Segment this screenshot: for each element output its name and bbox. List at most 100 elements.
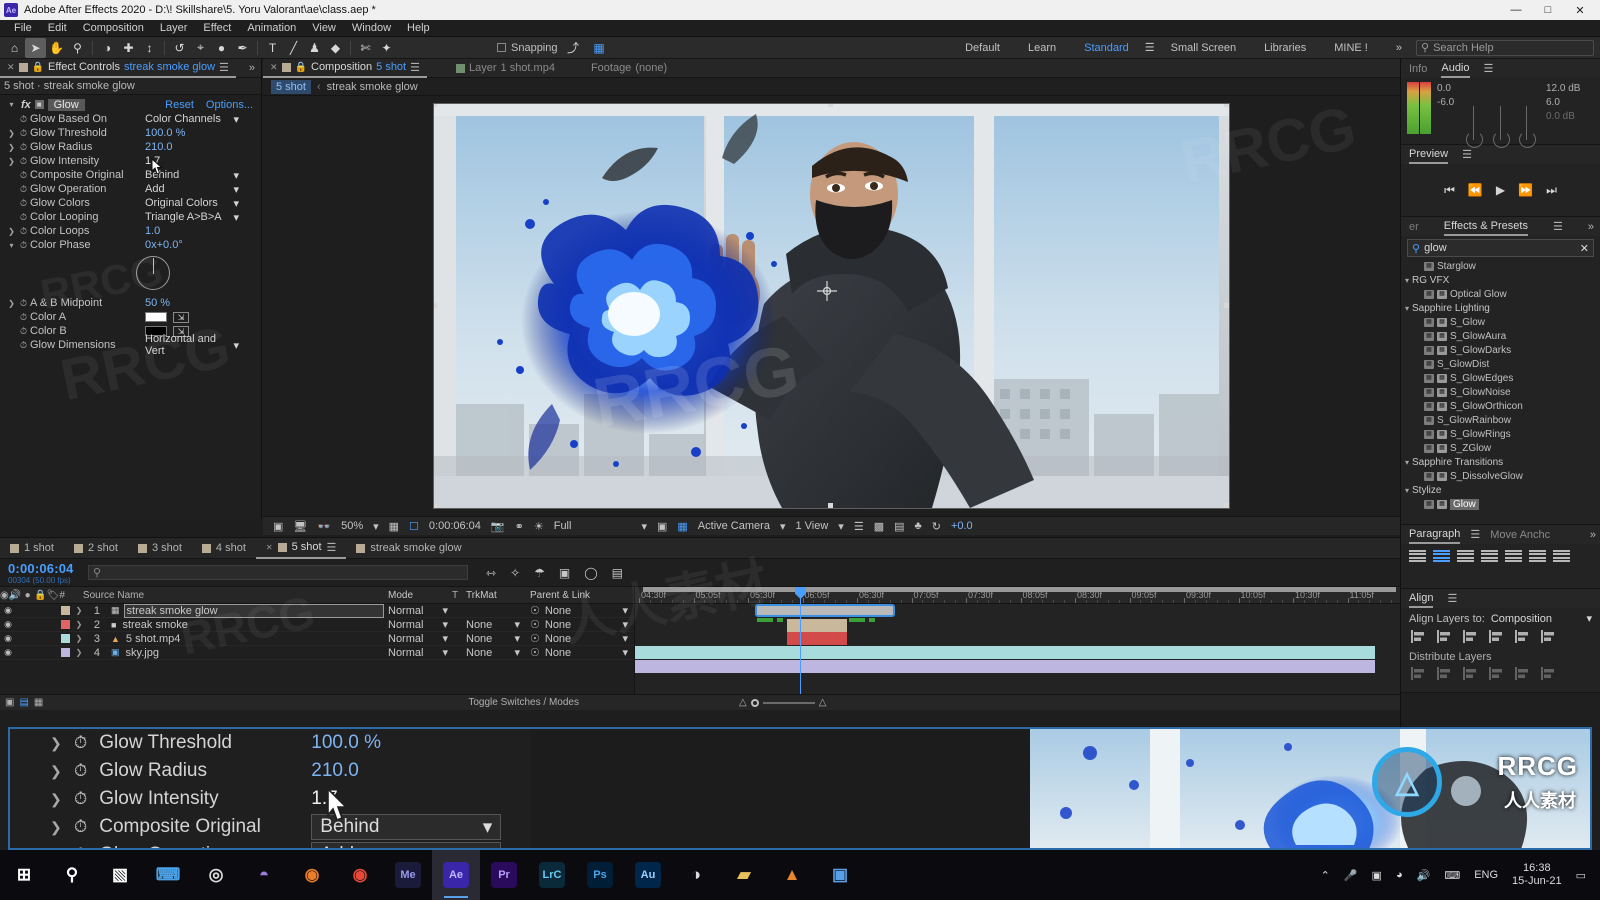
pickwhip-icon[interactable]: ☉ — [530, 632, 540, 645]
stopwatch-icon[interactable]: ⏱ — [17, 114, 30, 125]
chevron-down-icon[interactable]: ▾ — [1405, 276, 1409, 285]
workspace-default[interactable]: Default — [951, 37, 1014, 59]
reset-exposure-icon[interactable]: ↻ — [927, 520, 946, 533]
resolution-chevron-icon[interactable]: ▾ — [636, 520, 652, 533]
motion-blur-icon[interactable]: ◯ — [584, 566, 597, 580]
property-dropdown[interactable]: Add ▾ — [145, 183, 243, 196]
layer-source-name-cell[interactable]: ▣ sky.jpg — [105, 647, 384, 659]
anchor-point-tool-icon[interactable]: ⌖ — [190, 38, 211, 58]
property-value[interactable]: 100.0 % — [145, 127, 185, 139]
menu-item-edit[interactable]: Edit — [40, 22, 75, 34]
region-of-interest-icon[interactable]: ☐ — [404, 520, 424, 533]
timeline-tab-3-shot[interactable]: 3 shot — [128, 538, 192, 559]
battery-icon[interactable]: ▣ — [1372, 869, 1382, 882]
layer-label-color[interactable] — [58, 620, 73, 629]
audio-meters[interactable]: 0.0 -6.0 12.0 dB 6.0 0.0 dB — [1401, 78, 1600, 148]
workspace-standard[interactable]: Standard — [1070, 37, 1143, 59]
breadcrumb-root[interactable]: 5 shot — [271, 79, 311, 94]
align-layers-dropdown[interactable]: Composition ▾ — [1491, 612, 1592, 626]
zoom-track[interactable] — [762, 701, 815, 704]
layer-label-color[interactable] — [58, 606, 73, 615]
paragraph-justify-last-center-button[interactable] — [1505, 549, 1522, 563]
magnified-property-composite-original[interactable]: ❯ ⏱ Composite Original Behind ▾ — [10, 813, 530, 841]
audition-icon[interactable]: Au — [624, 850, 672, 900]
distribute-horizontal-center-button[interactable] — [1437, 667, 1451, 680]
audio-slider-center[interactable] — [1492, 106, 1510, 148]
3d-renderer-icon[interactable]: ▦ — [672, 520, 692, 533]
toggle-switches-icon[interactable]: ▤ — [19, 697, 28, 708]
hide-shy-layers-icon[interactable]: ☂ — [534, 566, 545, 580]
menu-item-file[interactable]: File — [6, 22, 40, 34]
chevron-down-icon[interactable]: ▾ — [1405, 486, 1409, 495]
align-vertical-center-button[interactable] — [1515, 630, 1529, 643]
property-value[interactable]: 50 % — [145, 297, 170, 309]
magnified-property-glow-radius[interactable]: ❯ ⏱ Glow Radius 210.0 — [10, 757, 530, 785]
magnified-property-value[interactable]: 210.0 — [311, 760, 359, 782]
menu-item-help[interactable]: Help — [399, 22, 438, 34]
layer-blend-mode[interactable]: Normal ▾ — [384, 618, 452, 632]
zoom-out-icon[interactable]: △ — [739, 697, 747, 708]
panel-menu-icon[interactable]: ☰ — [1553, 220, 1563, 233]
color-swatch[interactable] — [145, 312, 167, 322]
stopwatch-icon[interactable]: ⏱ — [17, 184, 30, 195]
panel-overflow-icon[interactable]: » — [1590, 529, 1600, 541]
camera-value[interactable]: Active Camera — [693, 520, 775, 532]
stopwatch-icon[interactable]: ⏱ — [74, 761, 87, 781]
transparency-grid-icon[interactable]: ▣ — [652, 520, 672, 533]
lock-icon[interactable]: 🔒 — [32, 62, 44, 73]
zoom-tool-icon[interactable]: ⚲ — [67, 38, 88, 58]
always-preview-icon[interactable]: ▣ — [268, 520, 288, 533]
property-value[interactable]: 210.0 — [145, 141, 173, 153]
layer-blend-mode[interactable]: Normal ▾ — [384, 646, 452, 660]
layer-bar-2-lower[interactable] — [787, 632, 847, 645]
panel-menu-icon[interactable]: ☰ — [1470, 528, 1480, 541]
layer-trkmat[interactable]: None ▾ — [462, 646, 524, 660]
eyedropper-icon[interactable]: ⇲ — [173, 311, 189, 323]
after-effects-icon[interactable]: Ae — [432, 850, 480, 900]
property-dropdown[interactable]: Color Channels ▾ — [145, 113, 243, 126]
vlc-icon[interactable]: ▲ — [768, 850, 816, 900]
distribute-right-button[interactable] — [1463, 667, 1477, 680]
effect-property-glow-colors[interactable]: ⏱ Glow Colors Original Colors ▾ — [0, 196, 261, 210]
effects-group-stylize[interactable]: ▾ Stylize — [1401, 483, 1600, 497]
chevron-right-icon[interactable]: ❯ — [73, 606, 85, 615]
timeline-track-area[interactable]: 04:30f 05:05f 05:30f 06:05f 06:30f 07:05f 07:3… — [635, 587, 1400, 694]
resolution-value[interactable]: Full — [549, 520, 577, 532]
timeline-tab-4-shot[interactable]: 4 shot — [192, 538, 256, 559]
panel-overflow-icon[interactable]: » — [249, 62, 261, 74]
timeline-layer-row[interactable]: ◉ ❯ 2 ■ streak smoke Normal ▾ None ▾ ☉ None ▾ — [0, 618, 634, 632]
tab-effect-controls[interactable]: ✕ 🔒 Effect Controls streak smoke glow ☰ — [0, 59, 236, 78]
align-bottom-button[interactable] — [1541, 630, 1555, 643]
search-icon[interactable]: ⚲ — [48, 850, 96, 900]
grid-icon[interactable]: ▦ — [384, 520, 404, 533]
tab-preview[interactable]: Preview — [1409, 145, 1449, 164]
paragraph-justify-last-left-button[interactable] — [1481, 549, 1498, 563]
stopwatch-icon[interactable]: ⏱ — [74, 733, 87, 753]
audio-slider-right[interactable] — [1519, 106, 1537, 148]
layer-visibility-toggle[interactable]: ◉ — [0, 619, 16, 630]
chevron-right-icon[interactable]: ❯ — [50, 819, 62, 836]
chevron-right-icon[interactable]: ❯ — [6, 299, 17, 308]
align-left-button[interactable] — [1411, 630, 1425, 643]
expand-composition-icon[interactable]: ▣ — [5, 697, 14, 708]
paragraph-justify-all-button[interactable] — [1553, 549, 1570, 563]
layer-visibility-toggle[interactable]: ◉ — [0, 633, 16, 644]
photoshop-icon[interactable]: Ps — [576, 850, 624, 900]
graph-editor-icon[interactable]: ▤ — [612, 566, 623, 580]
stopwatch-icon[interactable]: ⏱ — [17, 198, 30, 209]
layer-visibility-toggle[interactable]: ◉ — [0, 647, 16, 658]
effects-item-s-glowdist[interactable]: ▦ S_GlowDist — [1401, 357, 1600, 371]
column-source-name[interactable]: Source Name — [65, 590, 384, 601]
distribute-left-button[interactable] — [1411, 667, 1425, 680]
workspace-learn[interactable]: Learn — [1014, 37, 1070, 59]
exposure-value[interactable]: +0.0 — [946, 520, 978, 532]
tab-audio[interactable]: Audio — [1441, 59, 1470, 78]
keyboard-icon[interactable]: ⌨ — [1444, 869, 1460, 882]
effects-item-s-glowaura[interactable]: ▦ ▦ S_GlowAura — [1401, 329, 1600, 343]
selection-tool-icon[interactable]: ➤ — [25, 37, 46, 58]
camera-tool-icon[interactable]: ↕ — [139, 38, 160, 58]
folder-icon[interactable]: ▰ — [720, 850, 768, 900]
stopwatch-icon[interactable]: ⏱ — [17, 312, 30, 323]
effects-item-s-glownoise[interactable]: ▦ ▦ S_GlowNoise — [1401, 385, 1600, 399]
pickwhip-icon[interactable]: ☉ — [530, 646, 540, 659]
